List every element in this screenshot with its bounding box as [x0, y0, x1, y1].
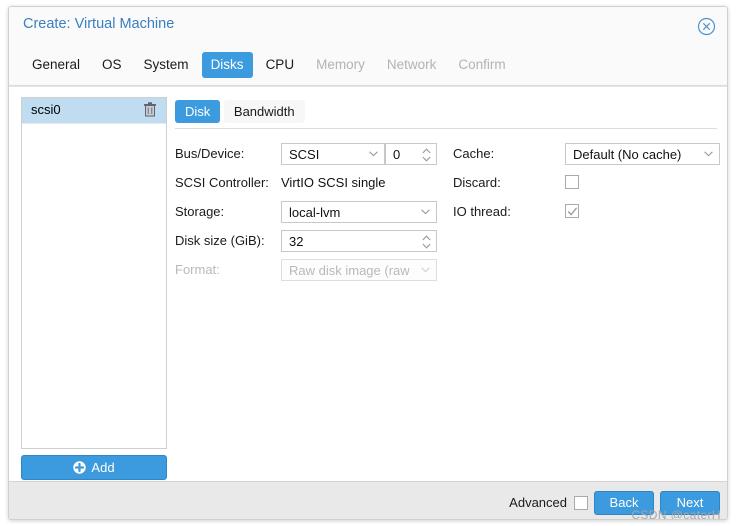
tab-network: Network — [386, 57, 437, 72]
tab-os[interactable]: OS — [93, 52, 131, 78]
field-format: Format: Raw disk image (raw — [175, 259, 445, 281]
discard-checkbox[interactable] — [565, 175, 579, 189]
spinner-icon[interactable] — [422, 235, 431, 249]
dialog-body: scsi0 Add Disk Bandwidth Bus/Device: SCS… — [9, 86, 727, 481]
wizard-tabs: General OS System Disks CPU Memory Network Conf… — [9, 45, 727, 86]
cache-value: Default (No cache) — [573, 147, 682, 162]
advanced-checkbox[interactable] — [574, 496, 588, 510]
add-disk-button[interactable]: Add — [21, 455, 167, 480]
device-index-value: 0 — [393, 147, 401, 162]
spinner-icon[interactable] — [422, 148, 431, 162]
cache-label: Cache: — [453, 146, 495, 161]
format-label: Format: — [175, 262, 220, 277]
tab-general[interactable]: General — [23, 52, 89, 78]
disk-size-input[interactable]: 32 — [281, 230, 437, 252]
tab-system[interactable]: System — [135, 52, 198, 78]
device-index-stepper[interactable]: 0 — [385, 143, 437, 165]
scsi-controller-value: VirtIO SCSI single — [281, 175, 386, 190]
next-button[interactable]: Next — [660, 491, 720, 515]
tab-confirm: Confirm — [458, 57, 506, 72]
disk-form-panel: Disk Bandwidth Bus/Device: SCSI 0 SCSI C… — [175, 97, 720, 303]
page-title: Create: Virtual Machine — [23, 16, 175, 32]
tab-memory: Memory — [316, 57, 365, 72]
dialog-footer: Advanced Back Next CSDN @caterH — [9, 481, 727, 519]
discard-label: Discard: — [453, 175, 501, 190]
trash-icon[interactable] — [143, 102, 157, 117]
storage-label: Storage: — [175, 204, 225, 219]
field-storage: Storage: local-lvm — [175, 201, 445, 223]
storage-value: local-lvm — [289, 205, 341, 220]
disk-list: scsi0 — [21, 97, 167, 449]
chevron-down-icon — [421, 267, 430, 273]
dialog-titlebar: Create: Virtual Machine — [9, 7, 727, 45]
bus-device-label: Bus/Device: — [175, 146, 245, 161]
back-button[interactable]: Back — [594, 491, 654, 515]
field-io-thread: IO thread: — [453, 201, 718, 223]
disk-subtabs: Disk Bandwidth — [175, 97, 717, 129]
tab-cpu[interactable]: CPU — [257, 52, 304, 78]
subtab-bandwidth[interactable]: Bandwidth — [223, 100, 305, 123]
cache-select[interactable]: Default (No cache) — [565, 143, 720, 165]
field-bus-device: Bus/Device: SCSI 0 — [175, 143, 445, 165]
field-cache: Cache: Default (No cache) — [453, 143, 720, 165]
field-disk-size: Disk size (GiB): 32 — [175, 230, 445, 252]
io-thread-checkbox[interactable] — [565, 204, 579, 218]
subtab-disk[interactable]: Disk — [175, 100, 221, 123]
storage-select[interactable]: local-lvm — [281, 201, 437, 223]
chevron-down-icon — [704, 151, 713, 157]
list-item[interactable]: scsi0 — [22, 98, 166, 124]
advanced-label: Advanced — [509, 495, 567, 510]
chevron-down-icon — [421, 209, 430, 215]
tab-disks[interactable]: Disks — [201, 52, 253, 78]
format-select: Raw disk image (raw — [281, 259, 437, 281]
close-icon[interactable] — [697, 17, 716, 36]
format-value: Raw disk image (raw — [289, 263, 410, 278]
scsi-controller-label: SCSI Controller: — [175, 175, 269, 190]
chevron-down-icon — [369, 151, 378, 157]
bus-device-value: SCSI — [289, 147, 320, 162]
io-thread-label: IO thread: — [453, 204, 511, 219]
bus-device-select[interactable]: SCSI — [281, 143, 385, 165]
create-vm-dialog: Create: Virtual Machine General OS System D… — [8, 6, 728, 520]
plus-circle-icon — [73, 461, 87, 474]
field-discard: Discard: — [453, 172, 718, 194]
disk-name-label: scsi0 — [31, 102, 61, 117]
field-scsi-controller: SCSI Controller: VirtIO SCSI single — [175, 172, 445, 194]
disk-fields: Bus/Device: SCSI 0 SCSI Controller: Virt… — [175, 143, 720, 303]
add-disk-label: Add — [91, 460, 115, 475]
disk-size-value: 32 — [289, 234, 304, 249]
disk-size-label: Disk size (GiB): — [175, 233, 265, 248]
